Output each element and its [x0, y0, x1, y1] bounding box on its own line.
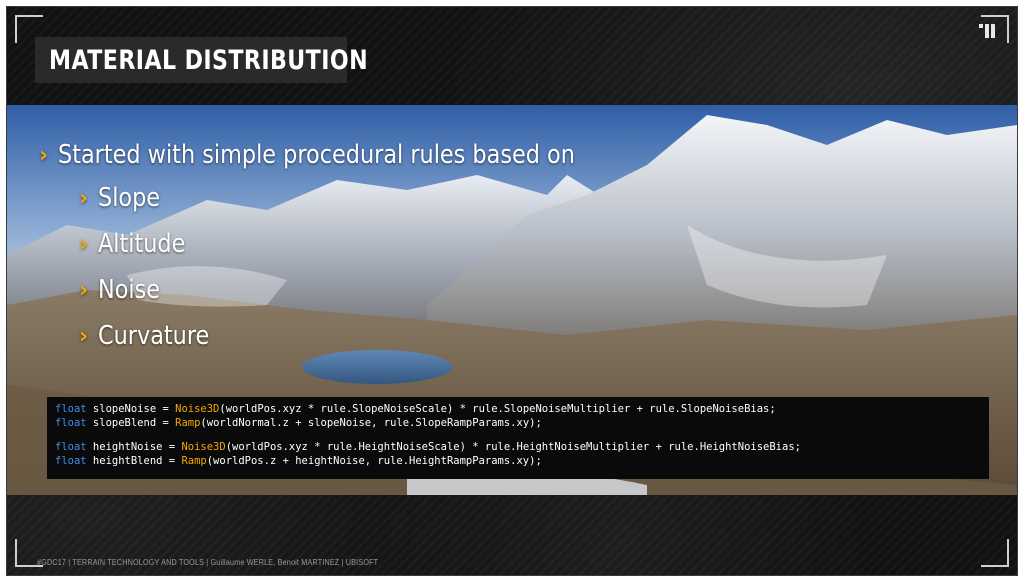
code-text: slopeNoise = — [86, 403, 176, 415]
chevron-right-icon: › — [79, 231, 89, 257]
code-function: Ramp — [175, 417, 201, 429]
chevron-right-icon: › — [39, 142, 49, 168]
code-line-1: float slopeNoise = Noise3D(worldPos.xyz … — [55, 402, 981, 416]
code-text: slopeBlend = — [86, 417, 176, 429]
corner-bracket-bottom-right — [981, 539, 1009, 567]
bullet-main: › Started with simple procedural rules b… — [39, 135, 659, 175]
bullet-sub-noise: › Noise — [79, 267, 659, 313]
slide-title-banner: MATERIAL DISTRIBUTION — [35, 37, 368, 83]
code-keyword: float — [55, 441, 87, 453]
code-line-4: float heightBlend = Ramp(worldPos.z + he… — [55, 454, 981, 468]
chevron-right-icon: › — [79, 277, 89, 303]
code-text: (worldPos.z + heightNoise, rule.HeightRa… — [206, 455, 542, 467]
code-function: Ramp — [181, 455, 207, 467]
bullet-sub-text: Slope — [98, 183, 161, 213]
bullet-sub-text: Curvature — [98, 321, 210, 351]
code-function: Noise3D — [175, 403, 220, 415]
chevron-right-icon: › — [79, 323, 89, 349]
bullet-sub-text: Altitude — [98, 229, 186, 259]
code-text: (worldPos.xyz * rule.HeightNoiseScale) *… — [225, 441, 801, 453]
chevron-right-icon: › — [79, 185, 89, 211]
code-snippet: float slopeNoise = Noise3D(worldPos.xyz … — [47, 397, 989, 479]
bullet-sub-curvature: › Curvature — [79, 313, 659, 359]
bullet-list: › Started with simple procedural rules b… — [39, 135, 659, 359]
code-text: (worldPos.xyz * rule.SlopeNoiseScale) * … — [219, 403, 776, 415]
ubisoft-logo-icon — [979, 24, 995, 38]
code-line-2: float slopeBlend = Ramp(worldNormal.z + … — [55, 416, 981, 430]
bullet-main-text: Started with simple procedural rules bas… — [58, 140, 575, 170]
bullet-sub-text: Noise — [98, 275, 161, 305]
code-line-3: float heightNoise = Noise3D(worldPos.xyz… — [55, 440, 981, 454]
code-text: (worldNormal.z + slopeNoise, rule.SlopeR… — [200, 417, 542, 429]
code-keyword: float — [55, 455, 87, 467]
slide-frame: MATERIAL DISTRIBUTION › Started with sim… — [6, 6, 1018, 576]
code-function: Noise3D — [181, 441, 226, 453]
slide-footer: #GDC17 | TERRAIN TECHNOLOGY AND TOOLS | … — [37, 558, 379, 567]
code-text: heightBlend = — [86, 455, 182, 467]
bullet-sub-slope: › Slope — [79, 175, 659, 221]
code-keyword: float — [55, 403, 87, 415]
code-text: heightNoise = — [86, 441, 182, 453]
slide-title: MATERIAL DISTRIBUTION — [49, 44, 369, 76]
code-keyword: float — [55, 417, 87, 429]
bullet-sub-altitude: › Altitude — [79, 221, 659, 267]
